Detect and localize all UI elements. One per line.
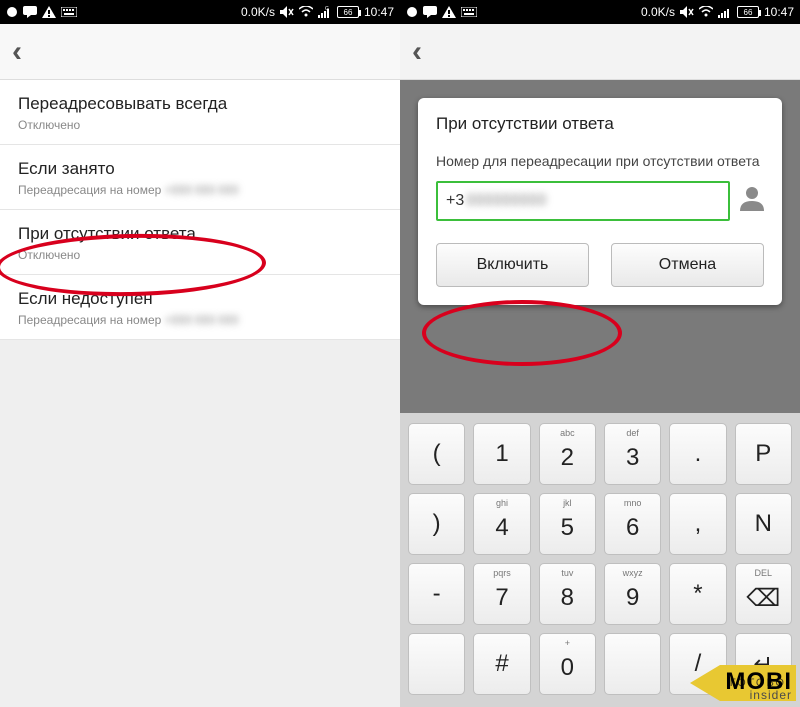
download-icon xyxy=(6,6,18,18)
item-subtitle: Переадресация на номер +000 000 000 xyxy=(18,183,382,197)
numeric-keypad: (1abc2def3.P)ghi4jkl5mno6,N -pqrs7tuv8wxy… xyxy=(400,413,800,707)
item-title: Переадресовывать всегда xyxy=(18,94,382,114)
chat-icon xyxy=(23,6,37,18)
key-3[interactable]: def3 xyxy=(604,423,661,485)
back-chevron-icon[interactable]: ‹ xyxy=(12,35,22,69)
battery-icon: 66 xyxy=(737,6,759,18)
item-subtitle: Переадресация на номер +000 000 000 xyxy=(18,313,382,327)
key-⌫[interactable]: DEL⌫ xyxy=(735,563,792,625)
key--[interactable]: - xyxy=(408,563,465,625)
forwarding-number-input[interactable]: +3 000000000 xyxy=(436,181,730,221)
key-1[interactable]: 1 xyxy=(473,423,530,485)
forward-always-item[interactable]: Переадресовывать всегда Отключено xyxy=(0,80,400,145)
keyboard-icon xyxy=(61,7,77,17)
keyboard-icon xyxy=(461,7,477,17)
contact-picker-icon[interactable] xyxy=(740,185,764,216)
forward-noanswer-item[interactable]: При отсутствии ответа Отключено xyxy=(0,210,400,275)
status-bar: 0.0K/s 66 10:47 xyxy=(400,0,800,24)
item-title: Если занято xyxy=(18,159,382,179)
item-title: Если недоступен xyxy=(18,289,382,309)
item-subtitle: Отключено xyxy=(18,118,382,132)
mute-icon xyxy=(680,6,694,18)
key-P[interactable]: P xyxy=(735,423,792,485)
key-5[interactable]: jkl5 xyxy=(539,493,596,555)
back-chevron-icon[interactable]: ‹ xyxy=(412,35,422,69)
forward-busy-item[interactable]: Если занято Переадресация на номер +000 … xyxy=(0,145,400,210)
key-,[interactable]: , xyxy=(669,493,726,555)
blurred-number: 000000000 xyxy=(466,192,546,210)
warning-icon xyxy=(42,6,56,18)
key-6[interactable]: mno6 xyxy=(604,493,661,555)
nav-bar: ‹ xyxy=(400,24,800,80)
settings-content: Переадресовывать всегда Отключено Если з… xyxy=(0,80,400,707)
key-8[interactable]: tuv8 xyxy=(539,563,596,625)
forwarding-dialog: При отсутствии ответа Номер для переадре… xyxy=(418,98,782,305)
wifi-icon xyxy=(699,6,713,18)
key-4[interactable]: ghi4 xyxy=(473,493,530,555)
dialog-content: При отсутствии ответа Номер для переадре… xyxy=(400,80,800,707)
key-N[interactable]: N xyxy=(735,493,792,555)
status-bar: 0.0K/s G 66 10:47 xyxy=(0,0,400,24)
dialog-label: Номер для переадресации при отсутствии о… xyxy=(436,152,764,171)
key-#[interactable]: # xyxy=(473,633,530,695)
watermark-text: MOBI insider xyxy=(725,671,792,701)
battery-icon: 66 xyxy=(337,6,359,18)
mute-icon xyxy=(280,6,294,18)
chat-icon xyxy=(423,6,437,18)
signal-icon: G xyxy=(318,6,332,18)
svg-text:G: G xyxy=(325,6,329,12)
enable-button[interactable]: Включить xyxy=(436,243,589,287)
key-7[interactable]: pqrs7 xyxy=(473,563,530,625)
clock: 10:47 xyxy=(764,5,794,19)
warning-icon xyxy=(442,6,456,18)
left-screenshot: 0.0K/s G 66 10:47 ‹ Переадресовывать все… xyxy=(0,0,400,707)
key-*[interactable]: * xyxy=(669,563,726,625)
item-subtitle: Отключено xyxy=(18,248,382,262)
blurred-number: +000 000 000 xyxy=(165,183,239,197)
blurred-number: +000 000 000 xyxy=(165,313,239,327)
key-([interactable]: ( xyxy=(408,423,465,485)
key-0[interactable]: +0 xyxy=(539,633,596,695)
forward-unreachable-item[interactable]: Если недоступен Переадресация на номер +… xyxy=(0,275,400,340)
cancel-button[interactable]: Отмена xyxy=(611,243,764,287)
red-highlight-ellipse xyxy=(422,300,622,366)
download-icon xyxy=(406,6,418,18)
key-)[interactable]: ) xyxy=(408,493,465,555)
wifi-icon xyxy=(299,6,313,18)
key-blank[interactable] xyxy=(408,633,465,695)
key-2[interactable]: abc2 xyxy=(539,423,596,485)
forwarding-list: Переадресовывать всегда Отключено Если з… xyxy=(0,80,400,340)
clock: 10:47 xyxy=(364,5,394,19)
key-blank[interactable] xyxy=(604,633,661,695)
dialog-title: При отсутствии ответа xyxy=(436,114,764,134)
right-screenshot: 0.0K/s 66 10:47 ‹ При отсутствии ответа … xyxy=(400,0,800,707)
signal-icon xyxy=(718,6,732,18)
network-speed: 0.0K/s xyxy=(641,5,675,19)
nav-bar: ‹ xyxy=(0,24,400,80)
key-9[interactable]: wxyz9 xyxy=(604,563,661,625)
key-.[interactable]: . xyxy=(669,423,726,485)
network-speed: 0.0K/s xyxy=(241,5,275,19)
item-title: При отсутствии ответа xyxy=(18,224,382,244)
